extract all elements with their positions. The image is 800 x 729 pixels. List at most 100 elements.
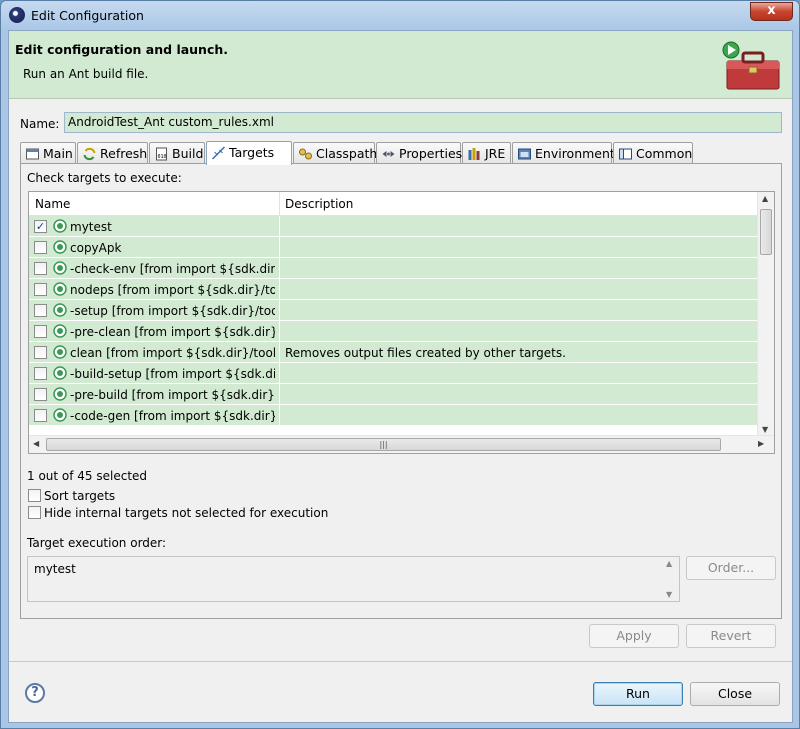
target-name: -pre-build [from import ${sdk.dir}/tools… [70,388,275,402]
ant-target-icon [53,240,67,254]
tab-build[interactable]: 010 Build [149,142,205,164]
selected-count: 1 out of 45 selected [27,469,148,483]
order-scrollbar[interactable]: ▲ ▼ [662,557,679,601]
tab-targets[interactable]: Targets [206,141,292,165]
target-row[interactable]: -code-gen [from import ${sdk.dir}/tools/… [29,405,759,426]
run-button[interactable]: Run [593,682,683,706]
ant-target-icon [53,282,67,296]
target-row[interactable]: copyApk [29,237,759,258]
target-row[interactable]: -build-setup [from import ${sdk.dir}/too… [29,363,759,384]
banner-message: Run an Ant build file. [23,67,149,81]
target-row[interactable]: ✓ mytest [29,216,759,237]
properties-tab-icon [382,151,395,157]
build-tab-icon: 010 [156,147,167,161]
common-tab-icon [619,148,632,160]
tab-main[interactable]: Main [20,142,76,164]
ant-target-icon [53,261,67,275]
dialog-content: Name: AndroidTest_Ant custom_rules.xml M… [9,100,792,660]
target-name: mytest [70,220,112,234]
tab-refresh[interactable]: Refresh [77,142,148,164]
execution-order-box: mytest ▲ ▼ [27,556,680,602]
vertical-scroll-thumb[interactable] [760,209,772,255]
target-checkbox[interactable] [34,325,47,338]
table-header: Name Description [29,192,759,216]
target-row[interactable]: -setup [from import ${sdk.dir}/tools/ant… [29,300,759,321]
target-row[interactable]: nodeps [from import ${sdk.dir}/tools/ant… [29,279,759,300]
tab-properties[interactable]: Properties [376,142,462,164]
footer-separator [9,661,792,662]
order-scroll-up-icon[interactable]: ▲ [666,559,672,568]
target-name: copyApk [70,241,122,255]
banner-title: Edit configuration and launch. [15,42,229,57]
target-name: -check-env [from import ${sdk.dir}/tools… [70,262,275,276]
tab-classpath[interactable]: Classpath [293,142,377,164]
target-checkbox[interactable] [34,262,47,275]
scroll-right-arrow-icon[interactable]: ▶ [758,439,764,448]
dialog-client: Edit configuration and launch. Run an An… [8,30,793,723]
tab-common[interactable]: Common [613,142,693,164]
window-close-button[interactable]: x [750,2,793,21]
target-row[interactable]: -check-env [from import ${sdk.dir}/tools… [29,258,759,279]
name-label: Name: [20,117,60,131]
target-checkbox[interactable] [34,241,47,254]
target-row[interactable]: clean [from import ${sdk.dir}/tools/ant/… [29,342,759,363]
tab-environment[interactable]: Environment [512,142,615,164]
target-row[interactable]: -pre-clean [from import ${sdk.dir}/tools… [29,321,759,342]
sort-targets-checkbox[interactable]: Sort targets [28,489,115,503]
dialog-banner: Edit configuration and launch. Run an An… [9,31,792,99]
target-checkbox[interactable] [34,388,47,401]
target-name: -setup [from import ${sdk.dir}/tools/ant… [70,304,275,318]
targets-panel: Check targets to execute: Name Descripti… [20,163,782,619]
target-name: nodeps [from import ${sdk.dir}/tools/ant… [70,283,275,297]
targets-tab-icon [211,146,226,160]
title-bar[interactable]: Edit Configuration x [1,1,799,29]
edit-configuration-window: Edit Configuration x Edit configuration … [0,0,800,729]
ant-target-icon [53,345,67,359]
target-checkbox[interactable]: ✓ [34,220,47,233]
jre-tab-icon [468,148,480,160]
apply-button[interactable]: Apply [589,624,679,648]
target-name: clean [from import ${sdk.dir}/tools/ant/… [70,346,275,360]
revert-button[interactable]: Revert [686,624,776,648]
scroll-left-arrow-icon[interactable]: ◀ [33,439,39,448]
target-name: -build-setup [from import ${sdk.dir}/too… [70,367,275,381]
ant-toolbox-icon [722,41,780,90]
target-checkbox[interactable] [34,283,47,296]
column-header-description[interactable]: Description [285,197,353,211]
window-title: Edit Configuration [31,8,144,23]
execution-order-label: Target execution order: [27,536,167,550]
order-button[interactable]: Order... [686,556,776,580]
target-checkbox[interactable] [34,304,47,317]
hide-internal-targets-checkbox[interactable]: Hide internal targets not selected for e… [28,506,328,520]
target-name: -pre-clean [from import ${sdk.dir}/tools… [70,325,275,339]
target-row[interactable]: -pre-build [from import ${sdk.dir}/tools… [29,384,759,405]
target-checkbox[interactable] [34,409,47,422]
horizontal-scroll-thumb[interactable]: ||| [46,438,721,451]
ant-target-icon [53,219,67,233]
eclipse-icon [9,7,25,23]
execution-order-value: mytest [34,562,76,576]
ant-target-icon [53,387,67,401]
targets-table: Name Description ✓ mytest copyApk -check-en… [28,191,775,454]
svg-text:010: 010 [158,154,167,160]
target-checkbox[interactable] [34,346,47,359]
ant-target-icon [53,303,67,317]
configuration-name-input[interactable]: AndroidTest_Ant custom_rules.xml [64,112,782,133]
column-header-name[interactable]: Name [35,197,70,211]
environment-tab-icon [518,148,531,160]
target-checkbox[interactable] [34,367,47,380]
target-description: Removes output files created by other ta… [285,346,566,360]
main-tab-icon [26,148,39,160]
order-scroll-down-icon[interactable]: ▼ [666,590,672,599]
target-name: -code-gen [from import ${sdk.dir}/tools/… [70,409,275,423]
classpath-tab-icon [299,148,312,160]
horizontal-scrollbar[interactable]: ◀ ||| ▶ [29,435,774,453]
scroll-up-arrow-icon[interactable]: ▲ [762,194,768,203]
tab-jre[interactable]: JRE [462,142,511,164]
check-targets-label: Check targets to execute: [27,171,182,185]
ant-target-icon [53,366,67,380]
close-button[interactable]: Close [690,682,780,706]
help-icon[interactable]: ? [25,683,45,703]
scroll-down-arrow-icon[interactable]: ▼ [762,425,768,434]
vertical-scrollbar[interactable]: ▲ ▼ [757,192,774,436]
